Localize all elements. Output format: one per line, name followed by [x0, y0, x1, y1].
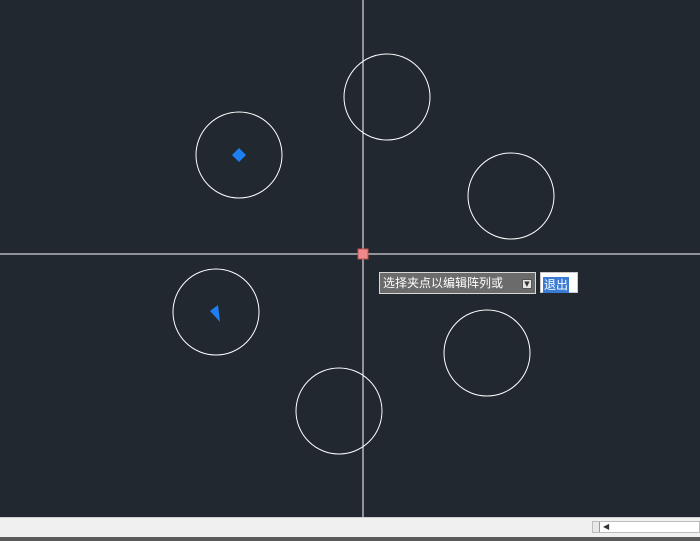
scroll-left-arrow-icon[interactable]: ◀: [603, 522, 609, 532]
dynamic-input-field[interactable]: 退出: [540, 272, 578, 293]
base-point-grip-icon[interactable]: [357, 248, 369, 260]
horizontal-scrollbar[interactable]: ◀: [592, 521, 700, 533]
array-square-grip-icon[interactable]: [232, 148, 246, 162]
window-bottom-edge: [0, 537, 700, 541]
drawing-canvas[interactable]: [0, 0, 700, 517]
status-bar: ◀: [0, 517, 700, 541]
array-circle[interactable]: [467, 152, 555, 240]
array-circle[interactable]: [343, 53, 431, 141]
array-circle[interactable]: [443, 309, 531, 397]
prompt-label: 选择夹点以编辑阵列或: [383, 276, 504, 290]
arrow-down-icon[interactable]: ▼: [522, 279, 532, 289]
scrollbar-thumb[interactable]: [593, 522, 600, 532]
dynamic-input-prompt[interactable]: 选择夹点以编辑阵列或 ▼: [379, 272, 536, 294]
drawing-viewport[interactable]: 选择夹点以编辑阵列或 ▼ 退出: [0, 0, 700, 517]
array-triangle-grip-icon[interactable]: [210, 305, 220, 322]
array-circle[interactable]: [295, 367, 383, 455]
input-value: 退出: [543, 277, 570, 293]
